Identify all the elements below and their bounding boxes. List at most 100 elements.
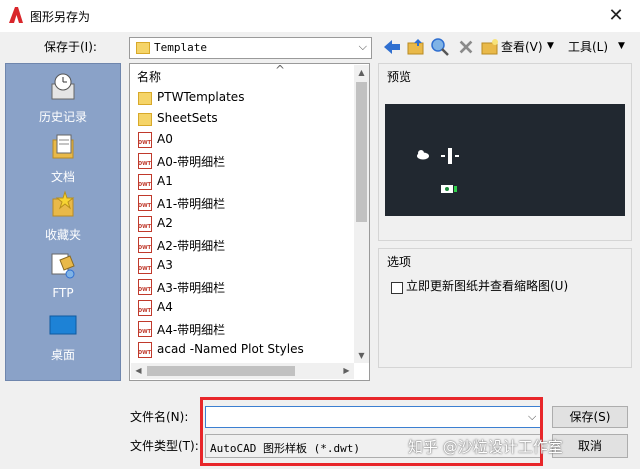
dwt-file-icon [138,216,152,232]
list-item[interactable]: PTWTemplates [136,88,356,109]
back-arrow-icon[interactable] [382,37,402,57]
dwt-file-icon [138,174,152,190]
preview-pane [385,104,625,216]
file-name-label: 文件名(N): [130,410,189,424]
dwt-file-icon [138,300,152,316]
list-item-label: A2 [157,216,173,230]
list-item-label: A1-带明细栏 [157,197,226,211]
dwt-file-icon [138,132,152,148]
list-item-label: A3 [157,258,173,272]
scroll-right-icon[interactable]: ▶ [339,363,354,379]
place-label: 桌面 [50,348,75,362]
chevron-down-icon: ▼ [618,41,625,51]
place-favorites[interactable]: 收藏夹 [6,190,120,243]
folder-icon [138,113,152,126]
desktop-icon [49,315,77,335]
place-label: FTP [52,286,74,300]
delete-icon[interactable] [457,37,475,57]
new-folder-icon[interactable] [480,37,500,57]
tools-menu[interactable]: 工具(L) [568,38,608,55]
list-item[interactable]: A1-带明细栏 [136,193,356,214]
column-header-label: 名称 [137,70,162,84]
watermark: 知乎 @沙粒设计工作室 [408,438,563,456]
favorites-icon [52,190,75,217]
horizontal-scrollbar[interactable]: ◀ ▶ [131,363,354,379]
place-label: 收藏夹 [44,228,81,242]
preview-group: 预览 [378,63,632,241]
scroll-up-icon[interactable]: ▲ [354,65,369,80]
toolbar: 查看(V) ▼ 工具(L) ▼ [380,35,640,59]
save-in-label: 保存于(I): [44,40,97,54]
preview-title: 预览 [387,70,412,84]
place-documents[interactable]: 文档 [6,132,120,185]
list-item-label: SheetSets [157,111,218,125]
chevron-down-icon[interactable]: ⌵ [528,410,536,424]
dwt-file-icon [138,195,152,211]
vertical-scrollbar[interactable]: ▲ ▼ [354,65,369,363]
dwt-file-icon [138,153,152,169]
view-menu[interactable]: 查看(V) [501,38,543,55]
options-group: 选项 立即更新图纸并查看缩略图(U) [378,248,632,368]
list-item-label: acad -Named Plot Styles [157,342,304,356]
search-web-icon[interactable] [430,37,450,57]
scroll-left-icon[interactable]: ◀ [131,363,146,379]
close-button[interactable]: ✕ [598,4,634,28]
list-item[interactable]: SheetSets [136,109,356,130]
update-thumbnail-checkbox[interactable] [391,282,403,294]
dwt-file-icon [138,342,152,358]
list-item[interactable]: A4 [136,298,356,319]
file-type-value: AutoCAD 图形样板 (*.dwt) [210,442,360,455]
list-item[interactable]: A1 [136,172,356,193]
folder-icon [136,42,150,54]
column-header-name[interactable]: 名称 ^ [131,63,354,85]
documents-icon [52,134,74,159]
scrollbar-thumb[interactable] [147,366,295,376]
list-item-label: A4 [157,300,173,314]
list-item-label: A4-带明细栏 [157,323,226,337]
save-in-select[interactable]: Template ⌵ [129,37,372,59]
list-item[interactable]: A2-带明细栏 [136,235,356,256]
up-folder-icon[interactable] [406,37,426,57]
list-item[interactable]: A0 [136,130,356,151]
scrollbar-thumb[interactable] [356,82,367,222]
scroll-down-icon[interactable]: ▼ [354,348,369,363]
dwt-file-icon [138,321,152,337]
list-item-label: A1 [157,174,173,188]
options-title: 选项 [387,255,412,269]
list-item[interactable]: A4-带明细栏 [136,319,356,340]
dwt-file-icon [138,258,152,274]
sort-ascending-icon: ^ [275,63,286,77]
list-item[interactable]: A3 [136,256,356,277]
close-icon: ✕ [608,5,624,26]
places-bar: 历史记录 文档 收藏夹 FTP 桌面 [5,63,121,381]
dwt-file-icon [138,237,152,253]
place-label: 文档 [50,170,75,184]
list-item[interactable]: A0-带明细栏 [136,151,356,172]
folder-icon [138,92,152,105]
chevron-down-icon: ⌵ [358,40,367,53]
update-thumbnail-label: 立即更新图纸并查看缩略图(U) [406,279,569,293]
place-ftp[interactable]: FTP [6,250,120,300]
list-item[interactable]: acad -Named Plot Styles [136,340,356,361]
dwt-file-icon [138,279,152,295]
cancel-button[interactable]: 取消 [552,434,628,458]
autocad-logo-icon [9,7,23,23]
list-item-label: A0-带明细栏 [157,155,226,169]
window-title: 图形另存为 [30,10,91,24]
file-name-input[interactable] [205,406,543,428]
preview-drawing [417,148,459,193]
title-bar: 图形另存为 ✕ [0,0,640,32]
save-button[interactable]: 保存(S) [552,406,628,428]
place-history[interactable]: 历史记录 [6,72,120,125]
list-item-label: A2-带明细栏 [157,239,226,253]
list-item[interactable]: A3-带明细栏 [136,277,356,298]
list-item[interactable]: A2 [136,214,356,235]
save-in-value: Template [154,41,207,54]
place-label: 历史记录 [38,110,87,124]
chevron-down-icon: ▼ [547,41,554,51]
ftp-icon [51,253,75,279]
list-item-label: A3-带明细栏 [157,281,226,295]
file-list[interactable]: 名称 ^ PTWTemplates SheetSets A0 A0-带明细栏 A… [129,63,370,381]
place-desktop[interactable]: 桌面 [6,310,120,363]
history-icon [51,73,75,100]
